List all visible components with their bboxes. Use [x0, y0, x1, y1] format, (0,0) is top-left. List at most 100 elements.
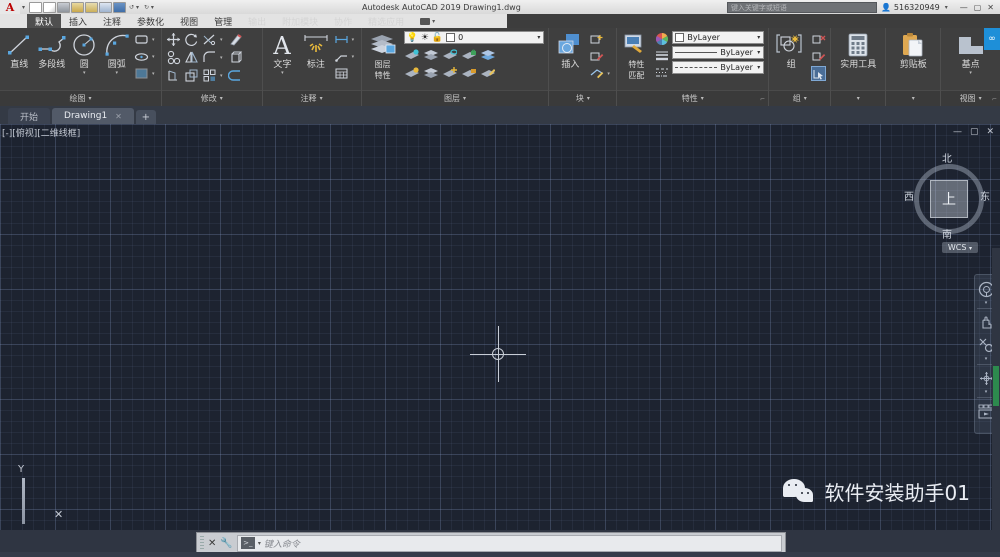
viewport-label[interactable]: [-][俯视][二维线框] — [2, 126, 80, 139]
chevron-down-icon[interactable]: ▾ — [115, 71, 118, 76]
drag-handle[interactable] — [200, 536, 204, 550]
chevron-down-icon[interactable]: ▾ — [757, 49, 761, 56]
chevron-down-icon[interactable]: ▾ — [152, 54, 157, 60]
ellipse-icon[interactable] — [134, 49, 149, 64]
ucs-selector[interactable]: WCS ▾ — [941, 242, 978, 253]
close-icon[interactable]: ✕ — [115, 112, 122, 121]
view-cube-top-face[interactable]: 上 — [930, 180, 968, 218]
chevron-down-icon[interactable]: ▾ — [701, 95, 704, 102]
chevron-down-icon[interactable]: ▾ — [607, 71, 612, 77]
sun-icon[interactable]: ☀ — [421, 33, 429, 43]
polyline-button[interactable]: 多段线 — [37, 31, 68, 70]
lineweight-dropdown[interactable]: ByLayer ▾ — [672, 46, 765, 59]
linetype-list-icon[interactable] — [654, 65, 669, 80]
wrench-icon[interactable]: 🔧 — [220, 538, 232, 549]
rectangle-icon[interactable] — [134, 32, 149, 47]
chevron-down-icon[interactable]: ▾ — [969, 71, 972, 76]
utilities-button[interactable]: 实用工具 — [835, 31, 881, 70]
chevron-down-icon[interactable]: ▾ — [83, 71, 86, 76]
view-cube-north[interactable]: 北 — [942, 150, 952, 165]
layer-freeze-icon[interactable] — [423, 47, 438, 62]
chevron-down-icon[interactable]: ▾ — [804, 95, 807, 102]
redo-icon[interactable]: ↻ ▾ — [142, 4, 156, 11]
layer-change-icon[interactable] — [480, 65, 495, 80]
array-3d-icon[interactable] — [228, 50, 243, 65]
chevron-down-icon[interactable]: ▾ — [220, 55, 225, 61]
undo-icon[interactable]: ↺ ▾ — [127, 4, 141, 11]
panel-label-annotation[interactable]: 注释 ▾ — [262, 90, 361, 106]
group-edit-icon[interactable] — [811, 49, 826, 64]
chevron-down-icon[interactable]: ▾ — [220, 95, 223, 102]
unlock-icon[interactable]: 🔓 — [432, 33, 443, 43]
chevron-down-icon[interactable]: ▾ — [985, 357, 988, 362]
save-icon[interactable] — [57, 1, 71, 13]
tab-annotate[interactable]: 注释 — [95, 14, 129, 28]
rotate-icon[interactable] — [184, 32, 199, 47]
maximize-button[interactable]: ▢ — [974, 3, 982, 12]
doc-tab-drawing1[interactable]: Drawing1 ✕ — [52, 108, 134, 124]
open-file-icon[interactable] — [43, 1, 57, 13]
edit-block-icon[interactable] — [589, 49, 604, 64]
edit-attribute-icon[interactable] — [589, 66, 604, 81]
tab-parametric[interactable]: 参数化 — [129, 14, 172, 28]
color-wheel-icon[interactable] — [654, 31, 669, 46]
chevron-down-icon[interactable]: ▾ — [757, 34, 761, 41]
panel-label-block[interactable]: 块 ▾ — [549, 90, 617, 106]
scale-icon[interactable] — [184, 68, 199, 83]
chevron-down-icon[interactable]: ▾ — [281, 71, 284, 76]
panel-label-modify[interactable]: 修改 ▾ — [162, 90, 262, 106]
layer-off-icon[interactable] — [442, 47, 457, 62]
chevron-down-icon[interactable]: ▾ — [152, 37, 157, 43]
panel-label-utilities[interactable]: ▾ — [831, 90, 886, 106]
chevron-down-icon[interactable]: ▾ — [757, 64, 761, 71]
drawing-canvas[interactable]: [-][俯视][二维线框] — ▢ ✕ 上 北 南 西 东 WCS ▾ ▾ ▾ … — [0, 124, 1000, 530]
multileader-icon[interactable] — [334, 49, 349, 64]
tab-addins[interactable]: 附加模块 — [274, 14, 326, 28]
panel-label-view[interactable]: 视图 ▾ ⌐ — [941, 90, 1000, 106]
table-icon[interactable] — [334, 66, 349, 81]
line-button[interactable]: 直线 — [4, 31, 35, 70]
command-input[interactable]: >_ ▾ 键入命令 — [236, 534, 782, 552]
account-area[interactable]: 👤 516320949 ▾ — [877, 3, 954, 12]
erase-icon[interactable] — [228, 32, 243, 47]
text-button[interactable]: A 文字 ▾ — [267, 31, 299, 76]
close-icon[interactable]: ✕ — [208, 538, 216, 549]
layer-color-swatch[interactable] — [446, 33, 456, 42]
panel-label-properties[interactable]: 特性 ▾ ⌐ — [617, 90, 769, 106]
insert-block-button[interactable]: 插入 — [553, 31, 587, 70]
chevron-down-icon[interactable]: ▾ — [587, 95, 590, 102]
dimension-button[interactable]: 标注 — [300, 31, 332, 70]
account-caret-icon[interactable]: ▾ — [943, 4, 950, 11]
chevron-down-icon[interactable]: ▾ — [258, 540, 261, 547]
chevron-down-icon[interactable]: ▾ — [152, 71, 157, 77]
tab-manage[interactable]: 管理 — [206, 14, 240, 28]
ungroup-icon[interactable] — [811, 32, 826, 47]
save-as-icon[interactable] — [71, 1, 85, 13]
print-preview-icon[interactable] — [99, 1, 113, 13]
new-file-icon[interactable] — [29, 1, 43, 13]
command-line[interactable]: ✕ 🔧 >_ ▾ 键入命令 — [196, 532, 786, 554]
panel-label-layers[interactable]: 图层 ▾ — [361, 90, 549, 106]
array-icon[interactable] — [202, 68, 217, 83]
tab-view[interactable]: 视图 — [172, 14, 206, 28]
group-selection-icon[interactable] — [811, 66, 827, 81]
chevron-down-icon[interactable]: ▾ — [969, 245, 972, 252]
minimize-button[interactable]: — — [960, 3, 968, 12]
chevron-down-icon[interactable]: ▾ — [220, 73, 225, 79]
layer-lock-icon[interactable] — [461, 47, 476, 62]
layer-isolate-icon[interactable] — [404, 47, 419, 62]
color-dropdown[interactable]: ByLayer ▾ — [672, 31, 765, 44]
layer-unisolate-icon[interactable] — [442, 65, 457, 80]
chevron-down-icon[interactable]: ▾ — [88, 95, 91, 102]
canvas-scrollbar[interactable] — [992, 248, 1000, 530]
qat-expand-caret[interactable]: ▾ — [20, 4, 27, 11]
chevron-down-icon[interactable]: ▾ — [220, 37, 225, 43]
tab-featured-apps[interactable]: 精选应用 — [360, 14, 412, 28]
chevron-down-icon[interactable]: ▾ — [352, 37, 357, 43]
fillet-icon[interactable] — [202, 50, 217, 65]
stretch-icon[interactable] — [166, 68, 181, 83]
chevron-down-icon[interactable]: ▾ — [537, 34, 541, 41]
chevron-down-icon[interactable]: ▾ — [985, 390, 988, 395]
chevron-down-icon[interactable]: ▾ — [857, 95, 860, 102]
publish-icon[interactable] — [113, 1, 127, 13]
